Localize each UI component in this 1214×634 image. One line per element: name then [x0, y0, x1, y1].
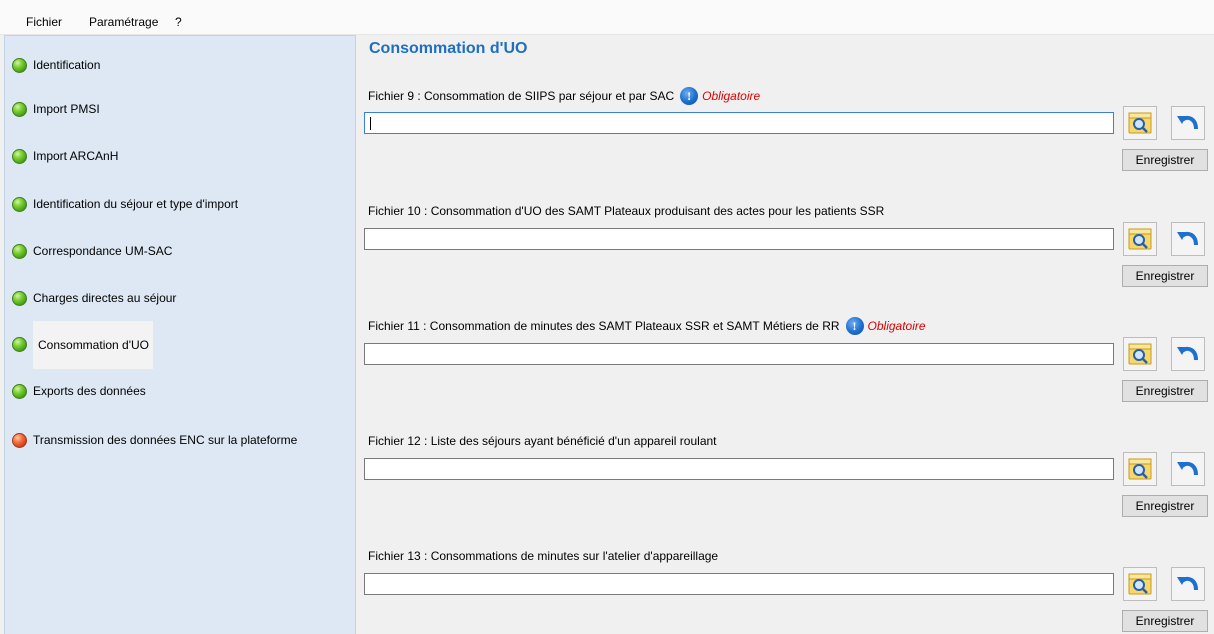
save-file-9-button[interactable]: Enregistrer — [1122, 149, 1208, 171]
undo-arrow-icon — [1177, 576, 1198, 591]
reset-file-11-button[interactable] — [1171, 337, 1205, 371]
reset-file-12-button[interactable] — [1171, 452, 1205, 486]
required-label: Obligatoire — [867, 319, 926, 333]
reset-file-9-button[interactable] — [1171, 106, 1205, 140]
file-9-label-row: Fichier 9 : Consommation de SIIPS par sé… — [368, 87, 760, 105]
status-dot-icon — [12, 148, 27, 164]
sidebar-item-label: Import PMSI — [33, 102, 100, 116]
save-file-13-button[interactable]: Enregistrer — [1122, 610, 1208, 632]
file-12-label-row: Fichier 12 : Liste des séjours ayant bén… — [368, 434, 717, 448]
sidebar-item-import-arcanh[interactable]: Import ARCAnH — [12, 145, 118, 167]
sidebar: Identification Import PMSI Import ARCAnH… — [4, 35, 356, 634]
sidebar-item-identification[interactable]: Identification — [12, 54, 100, 76]
folder-search-icon — [1128, 112, 1152, 134]
sidebar-item-import-pmsi[interactable]: Import PMSI — [12, 98, 100, 120]
status-dot-icon — [12, 243, 27, 259]
file-11-path-input[interactable] — [364, 343, 1114, 365]
file-11-label: Fichier 11 : Consommation de minutes des… — [368, 319, 840, 333]
undo-arrow-icon — [1177, 346, 1198, 361]
file-10-label-row: Fichier 10 : Consommation d'UO des SAMT … — [368, 204, 884, 218]
file-11-label-row: Fichier 11 : Consommation de minutes des… — [368, 317, 926, 335]
browse-file-10-button[interactable] — [1123, 222, 1157, 256]
reset-file-13-button[interactable] — [1171, 567, 1205, 601]
sidebar-item-label: Consommation d'UO — [38, 338, 149, 352]
folder-search-icon — [1128, 458, 1152, 480]
menu-help[interactable]: ? — [175, 15, 182, 29]
page-title: Consommation d'UO — [369, 40, 528, 57]
status-dot-icon — [12, 101, 27, 117]
sidebar-item-correspondance-um-sac[interactable]: Correspondance UM-SAC — [12, 240, 172, 262]
browse-file-13-button[interactable] — [1123, 567, 1157, 601]
folder-search-icon — [1128, 228, 1152, 250]
file-10-path-input[interactable] — [364, 228, 1114, 250]
save-file-10-button[interactable]: Enregistrer — [1122, 265, 1208, 287]
file-13-path-input[interactable] — [364, 573, 1114, 595]
sidebar-item-label: Identification du séjour et type d'impor… — [33, 197, 239, 211]
text-caret — [370, 117, 371, 130]
status-dot-icon — [12, 432, 27, 448]
sidebar-item-label: Charges directes au séjour — [33, 291, 177, 305]
status-dot-icon — [12, 290, 27, 306]
folder-search-icon — [1128, 343, 1152, 365]
status-dot-icon — [12, 196, 27, 212]
reset-file-10-button[interactable] — [1171, 222, 1205, 256]
folder-search-icon — [1128, 573, 1152, 595]
sidebar-item-consommation-uo[interactable]: Consommation d'UO — [12, 321, 153, 369]
sidebar-item-transmission[interactable]: Transmission des données ENC sur la plat… — [12, 429, 297, 451]
sidebar-item-label: Import ARCAnH — [33, 149, 119, 163]
file-12-label: Fichier 12 : Liste des séjours ayant bén… — [368, 434, 717, 448]
undo-arrow-icon — [1177, 115, 1198, 130]
file-9-label: Fichier 9 : Consommation de SIIPS par sé… — [368, 89, 675, 103]
menu-fichier[interactable]: Fichier — [26, 15, 62, 29]
status-dot-icon — [12, 337, 27, 352]
sidebar-item-label: Correspondance UM-SAC — [33, 244, 173, 258]
undo-arrow-icon — [1177, 461, 1198, 476]
info-icon: ! — [680, 87, 699, 105]
file-12-path-input[interactable] — [364, 458, 1114, 480]
browse-file-9-button[interactable] — [1123, 106, 1157, 140]
info-icon: ! — [845, 317, 864, 335]
file-10-label: Fichier 10 : Consommation d'UO des SAMT … — [368, 204, 885, 218]
browse-file-12-button[interactable] — [1123, 452, 1157, 486]
required-label: Obligatoire — [702, 89, 761, 103]
browse-file-11-button[interactable] — [1123, 337, 1157, 371]
menu-parametrage[interactable]: Paramétrage — [89, 15, 158, 29]
file-13-label-row: Fichier 13 : Consommations de minutes su… — [368, 549, 718, 563]
file-9-path-input[interactable] — [364, 112, 1114, 134]
status-dot-icon — [12, 57, 27, 73]
sidebar-item-identification-sejour[interactable]: Identification du séjour et type d'impor… — [12, 193, 238, 215]
save-file-11-button[interactable]: Enregistrer — [1122, 380, 1208, 402]
save-file-12-button[interactable]: Enregistrer — [1122, 495, 1208, 517]
sidebar-item-label: Transmission des données ENC sur la plat… — [33, 433, 298, 447]
undo-arrow-icon — [1177, 231, 1198, 246]
sidebar-item-label: Identification — [33, 58, 101, 72]
menu-bar: Fichier Paramétrage ? — [0, 0, 1214, 35]
file-13-label: Fichier 13 : Consommations de minutes su… — [368, 549, 719, 563]
sidebar-item-label: Exports des données — [33, 384, 146, 398]
sidebar-item-exports[interactable]: Exports des données — [12, 380, 146, 402]
status-dot-icon — [12, 383, 27, 399]
sidebar-item-charges-directes[interactable]: Charges directes au séjour — [12, 287, 176, 309]
